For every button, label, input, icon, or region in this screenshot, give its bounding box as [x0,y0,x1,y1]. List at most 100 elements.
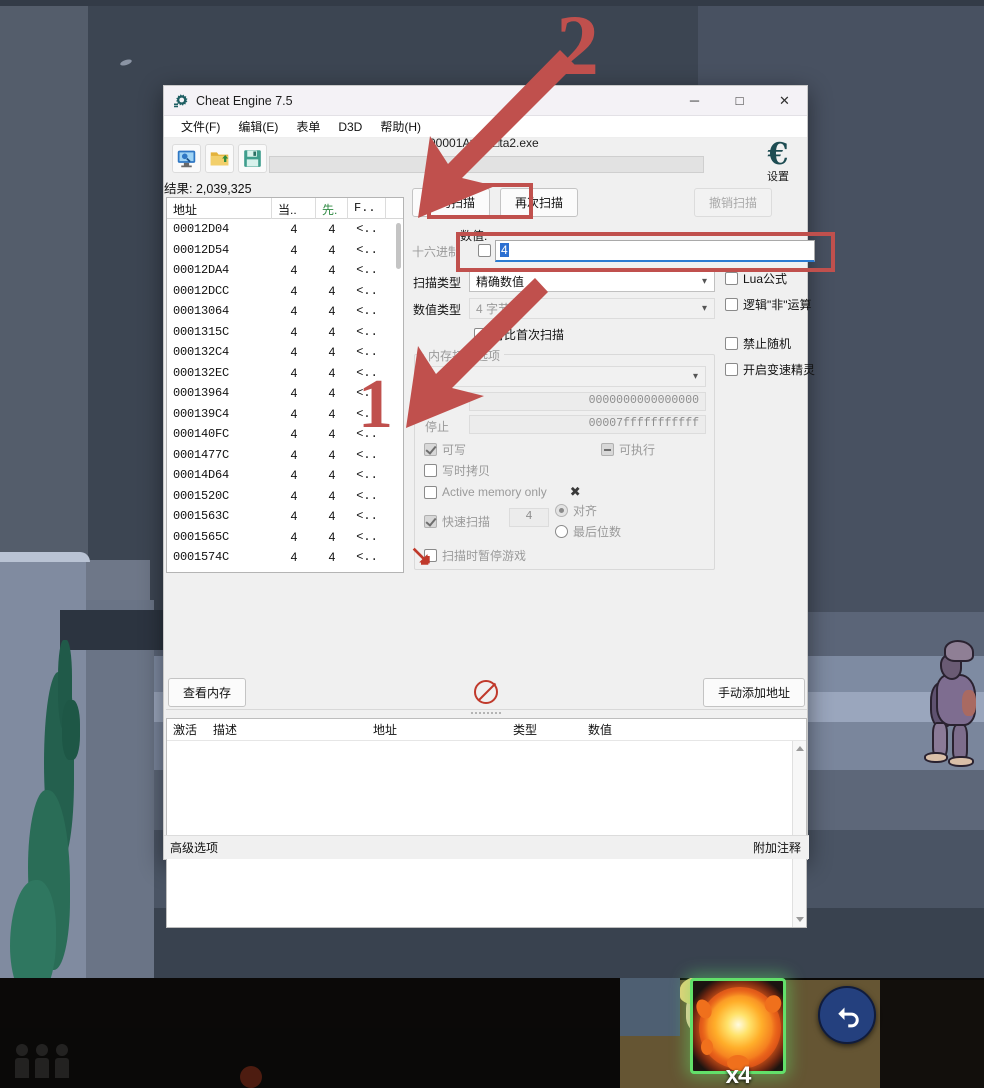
table-row[interactable]: 00013064 4 4 <.. [167,301,403,322]
table-row[interactable]: 0001592C44<.. [167,568,403,572]
view-memory-button[interactable]: 查看内存 [168,678,247,707]
menubar[interactable]: 文件(F) 编辑(E) 表单 D3D 帮助(H) [164,116,807,138]
window-controls[interactable]: ─ □ ✕ [672,86,807,116]
menu-table[interactable]: 表单 [287,116,329,137]
writable-checkbox[interactable] [424,443,437,456]
executable-checkbox[interactable] [601,443,614,456]
cell-prev: 4 [328,468,336,483]
results-header-row[interactable]: 地址 当.. 先. F.. [167,198,403,219]
add-address-manually-button[interactable]: 手动添加地址 [702,678,805,707]
not-logic-checkbox[interactable] [725,298,738,311]
table-row[interactable]: 00013964 4 4 <.. [167,383,403,404]
menu-file[interactable]: 文件(F) [172,116,229,137]
extra-notes-link[interactable]: 附加注释 [753,839,801,856]
table-row[interactable]: 0001574C 4 4 <.. [167,547,403,568]
value-input[interactable]: 4 [495,240,815,262]
column-header-active[interactable]: 激活 [167,721,207,738]
fast-scan-value-field[interactable]: 4 [509,508,549,527]
start-address-field[interactable]: 0000000000000000 [469,392,706,411]
results-rows[interactable]: 00012D04 4 4 <.. 00012D54 4 4 <.. 00012DA4 4 4 <.. 0… [167,219,403,572]
table-row[interactable]: 000132EC 4 4 <.. [167,363,403,384]
column-header-type[interactable]: 类型 [507,721,582,738]
last-digits-radio[interactable] [555,525,568,538]
value-type-select[interactable]: 4 字节 ▾ [469,298,715,319]
close-button[interactable]: ✕ [762,86,807,116]
advanced-options-link[interactable]: 高级选项 [170,839,218,856]
menu-edit[interactable]: 编辑(E) [229,116,287,137]
column-header-address[interactable]: 地址 [167,198,272,219]
speedhack-checkbox[interactable] [725,363,738,376]
results-scrollbar[interactable] [392,219,403,572]
open-process-button[interactable] [172,143,201,173]
column-header-description[interactable]: 描述 [207,721,367,738]
table-row[interactable]: 0001565C 4 4 <.. [167,527,403,548]
toolbar[interactable]: 00001A□□□□ta2.exe € 设置 [164,136,807,183]
menu-d3d[interactable]: D3D [329,118,371,136]
table-row[interactable]: 00012D54 4 4 <.. [167,240,403,261]
game-hud: x4 [0,978,984,1088]
scroll-down-arrow-icon[interactable] [796,917,804,922]
fast-scan-checkbox[interactable] [424,515,437,528]
column-header-previous[interactable]: 先. [316,198,348,219]
no-random-option[interactable]: 禁止随机 [725,335,835,352]
open-file-button[interactable] [205,143,234,173]
column-header-current[interactable]: 当.. [272,198,316,219]
table-row[interactable]: 00012DA4 4 4 <.. [167,260,403,281]
table-row[interactable]: 000140FC 4 4 <.. [167,424,403,445]
table-row[interactable]: 00012DCC 4 4 <.. [167,281,403,302]
no-entry-icon[interactable] [474,680,498,704]
maximize-button[interactable]: □ [717,86,762,116]
address-table-header[interactable]: 激活 描述 地址 类型 数值 [167,719,806,741]
party-icon[interactable] [14,1038,72,1078]
column-header-value[interactable]: 数值 [582,721,662,738]
hex-checkbox[interactable] [478,244,491,257]
lua-formula-checkbox[interactable] [725,272,738,285]
no-random-checkbox[interactable] [725,337,738,350]
table-row[interactable]: 0001477C 4 4 <.. [167,445,403,466]
table-row[interactable]: 00012D04 4 4 <.. [167,219,403,240]
table-row[interactable]: 0001315C 4 4 <.. [167,322,403,343]
compare-first-scan-checkbox[interactable] [474,328,487,341]
copy-on-write-checkbox[interactable] [424,464,437,477]
speedhack-option[interactable]: 开启变速精灵 [725,361,835,378]
scroll-up-arrow-icon[interactable] [796,746,804,751]
undo-scan-button[interactable]: 撤销扫描 [694,188,773,217]
save-button[interactable] [238,143,267,173]
address-table[interactable]: 激活 描述 地址 类型 数值 [166,718,807,928]
new-scan-button[interactable]: 新的扫描 [412,188,491,217]
results-scroll-thumb[interactable] [396,223,401,269]
window-titlebar[interactable]: Cheat Engine 7.5 ─ □ ✕ [164,86,807,116]
cell-addr: 000140FC [173,427,230,442]
table-row[interactable]: 0001520C 4 4 <.. [167,486,403,507]
panel-splitter[interactable] [166,709,807,715]
column-header-f[interactable]: F.. [348,198,386,219]
splitter-grip[interactable] [470,712,503,714]
column-header-address[interactable]: 地址 [367,721,507,738]
memory-region-select[interactable]: All ▾ [423,366,706,387]
minimize-button[interactable]: ─ [672,86,717,116]
red-arrow-icon [412,547,430,565]
undo-button[interactable] [818,986,876,1044]
active-memory-only-checkbox[interactable] [424,485,437,499]
table-row[interactable]: 000139C4 4 4 <.. [167,404,403,425]
address-table-scrollbar[interactable] [792,741,806,927]
stop-address-field[interactable]: 00007fffffffffff [469,415,706,434]
align-radio[interactable] [555,504,568,517]
table-row[interactable]: 0001563C 4 4 <.. [167,506,403,527]
table-row[interactable]: 000132C4 4 4 <.. [167,342,403,363]
table-row[interactable]: 00014D64 4 4 <.. [167,465,403,486]
cell-prev: 4 [328,263,336,278]
next-scan-button[interactable]: 再次扫描 [500,188,579,217]
cell-prev: 4 [328,365,336,380]
not-logic-option[interactable]: 逻辑"非"运算 [725,296,835,313]
close-icon[interactable]: ✖ [570,484,581,500]
scan-type-select[interactable]: 精确数值 ▾ [469,271,715,292]
menu-help[interactable]: 帮助(H) [371,116,430,137]
lua-formula-option[interactable]: Lua公式 [725,270,835,287]
cell-f: <.. [356,263,378,278]
cheat-engine-window[interactable]: Cheat Engine 7.5 ─ □ ✕ 文件(F) 编辑(E) 表单 D3… [163,85,815,928]
cell-addr: 00014D64 [173,468,230,483]
scan-results-list[interactable]: 地址 当.. 先. F.. 00012D04 4 4 <.. 00012D54 4 4 <..… [166,197,404,573]
fireball-skill-slot[interactable] [690,978,786,1074]
cell-addr: 000139C4 [173,406,230,421]
